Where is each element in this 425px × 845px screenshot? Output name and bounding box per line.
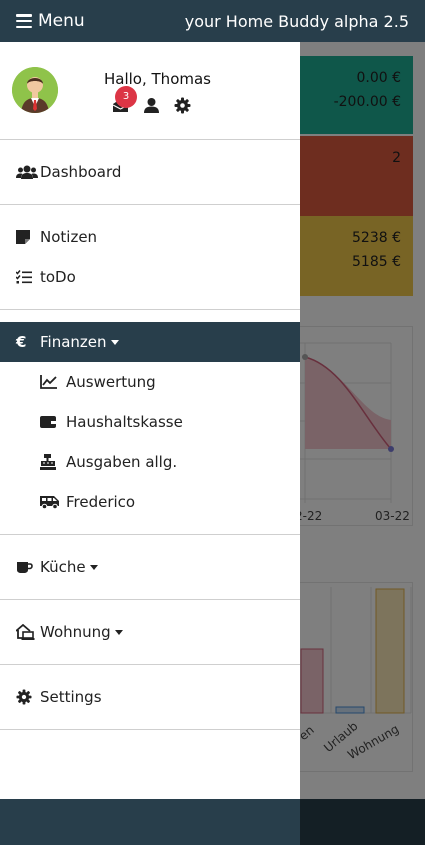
nav-section-dashboard: Dashboard xyxy=(0,140,300,205)
nav-item-settings[interactable]: Settings xyxy=(0,677,300,717)
caret-down-icon xyxy=(110,339,119,345)
nav-section-notes: Notizen toDo xyxy=(0,205,300,310)
coffee-icon xyxy=(16,560,40,574)
user-panel: Hallo, Thomas 3 xyxy=(0,42,300,140)
nav-item-wohnung[interactable]: Wohnung xyxy=(0,612,300,652)
nav-item-kueche[interactable]: Küche xyxy=(0,547,300,587)
caret-down-icon xyxy=(114,629,123,635)
menu-label: Menu xyxy=(38,11,85,31)
house-laptop-icon xyxy=(16,624,40,640)
chart-line-icon xyxy=(40,375,66,389)
messages-button[interactable]: 3 xyxy=(112,86,137,114)
task-list-icon xyxy=(16,270,40,284)
nav-item-dashboard[interactable]: Dashboard xyxy=(0,152,300,192)
nav-label: Dashboard xyxy=(40,163,122,181)
nav-section-settings: Settings xyxy=(0,665,300,730)
app-title: your Home Buddy alpha 2.5 xyxy=(184,11,409,31)
nav-label: Ausgaben allg. xyxy=(66,453,178,471)
settings-shortcut-button[interactable] xyxy=(174,97,191,114)
sidebar-menu: Hallo, Thomas 3 Dashboard Notizen toDo €… xyxy=(0,42,300,799)
user-icon xyxy=(144,98,159,113)
nav-label: Frederico xyxy=(66,493,136,511)
nav-subitem-auswertung[interactable]: Auswertung xyxy=(0,362,300,402)
nav-label: Settings xyxy=(40,688,102,706)
nav-label: Auswertung xyxy=(66,373,156,391)
nav-item-notizen[interactable]: Notizen xyxy=(0,217,300,257)
caret-down-icon xyxy=(89,564,98,570)
nav-label: Finanzen xyxy=(40,333,107,351)
nav-label: toDo xyxy=(40,268,76,286)
users-icon xyxy=(16,164,40,180)
user-actions: 3 xyxy=(112,86,191,114)
nav-label: Küche xyxy=(40,558,86,576)
cash-register-icon xyxy=(40,454,66,470)
nav-label: Notizen xyxy=(40,228,98,246)
nav-section-finance: € Finanzen Auswertung Haushaltskasse Aus… xyxy=(0,310,300,535)
profile-button[interactable] xyxy=(143,97,160,114)
message-count-badge: 3 xyxy=(115,86,137,108)
nav-section-apartment: Wohnung xyxy=(0,600,300,665)
nav-subitem-haushaltskasse[interactable]: Haushaltskasse xyxy=(0,402,300,442)
bottom-bar-dim xyxy=(300,799,425,845)
avatar[interactable] xyxy=(12,67,58,113)
nav-item-todo[interactable]: toDo xyxy=(0,257,300,297)
gear-icon xyxy=(174,97,191,114)
nav-subitem-ausgaben[interactable]: Ausgaben allg. xyxy=(0,442,300,482)
hamburger-icon xyxy=(16,14,32,28)
top-bar: Menu your Home Buddy alpha 2.5 xyxy=(0,0,425,42)
nav-section-kitchen: Küche xyxy=(0,535,300,600)
nav-label: Haushaltskasse xyxy=(66,413,183,431)
gear-icon xyxy=(16,689,40,705)
shuttle-van-icon xyxy=(40,495,66,509)
wallet-icon xyxy=(40,415,66,429)
euro-icon: € xyxy=(16,333,27,351)
user-greeting: Hallo, Thomas xyxy=(104,70,211,88)
nav-subitem-frederico[interactable]: Frederico xyxy=(0,482,300,522)
nav-item-finanzen[interactable]: € Finanzen xyxy=(0,322,300,362)
nav-label: Wohnung xyxy=(40,623,111,641)
menu-toggle-button[interactable]: Menu xyxy=(16,11,85,31)
sticky-note-icon xyxy=(16,230,40,244)
